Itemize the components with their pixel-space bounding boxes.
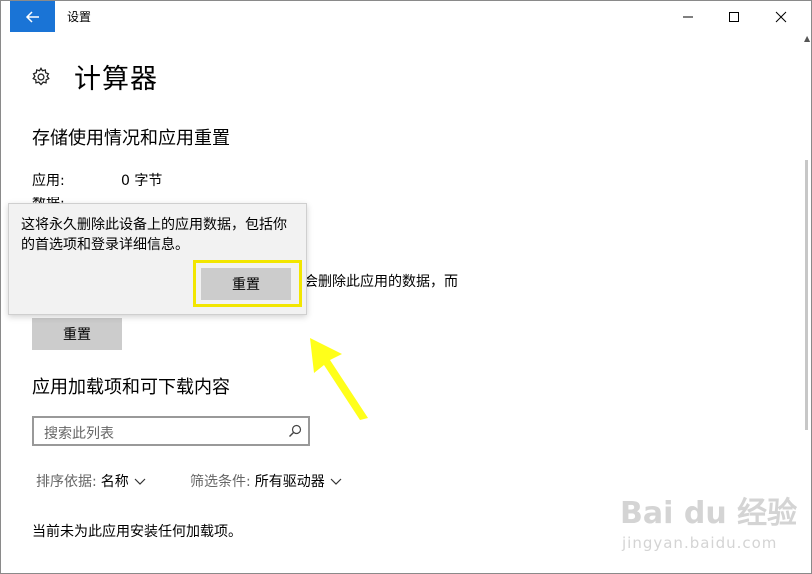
filter-label: 筛选条件:	[190, 474, 251, 490]
sort-dropdown[interactable]: 排序依据: 名称	[36, 471, 147, 491]
close-button[interactable]	[758, 1, 804, 32]
close-icon	[775, 11, 787, 22]
maximize-button[interactable]	[711, 1, 757, 32]
reset-description: 会删除此应用的数据，而	[304, 274, 458, 290]
watermark-url: jingyan.baidu.com	[622, 534, 778, 552]
minimize-button[interactable]	[665, 1, 711, 32]
reset-button[interactable]: 重置	[32, 318, 122, 350]
minimize-icon	[683, 16, 693, 17]
annotation-arrow	[310, 338, 368, 420]
highlight-box	[193, 260, 302, 307]
scroll-up-icon[interactable]: ▲	[804, 34, 810, 43]
chevron-down-icon	[330, 478, 342, 485]
app-size-value: 0 字节	[121, 173, 163, 189]
sort-value: 名称	[100, 474, 129, 490]
window-title: 设置	[67, 10, 92, 24]
storage-section-title: 存储使用情况和应用重置	[32, 128, 230, 149]
back-button[interactable]	[10, 1, 55, 32]
gear-icon	[32, 66, 50, 85]
chevron-down-icon	[134, 478, 146, 485]
title-bar: 设置	[1, 1, 811, 32]
watermark-logo: Bai du 经验	[620, 496, 798, 531]
search-icon	[289, 424, 302, 437]
filter-value: 所有驱动器	[254, 474, 325, 490]
flyout-message: 这将永久删除此设备上的应用数据，包括你的首选项和登录详细信息。	[21, 217, 287, 253]
back-arrow-icon	[25, 10, 39, 23]
page-title: 计算器	[74, 64, 158, 95]
filter-dropdown[interactable]: 筛选条件: 所有驱动器	[190, 471, 343, 491]
addons-section-title: 应用加载项和可下载内容	[32, 377, 230, 398]
no-addons-message: 当前未为此应用安装任何加载项。	[32, 524, 242, 540]
sort-label: 排序依据:	[36, 474, 97, 490]
page-header: 计算器	[30, 57, 158, 96]
search-input[interactable]: 搜索此列表	[32, 416, 310, 446]
maximize-icon	[729, 11, 739, 22]
search-placeholder: 搜索此列表	[44, 426, 114, 442]
scroll-thumb[interactable]	[805, 160, 808, 430]
app-size-label: 应用:	[32, 173, 65, 189]
